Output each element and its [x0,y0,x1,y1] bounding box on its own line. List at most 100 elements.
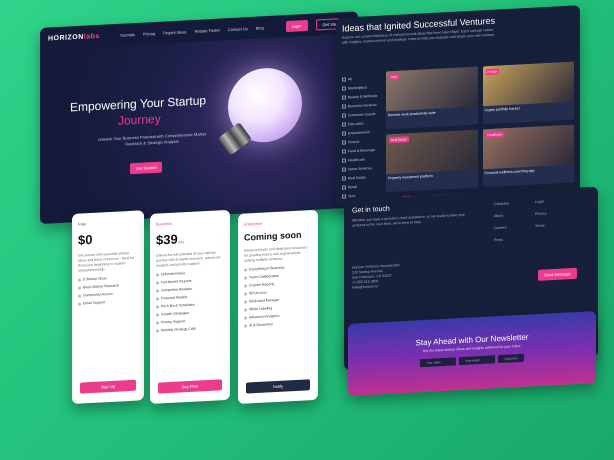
category-filter-label: Business Services [348,102,377,109]
category-filter-label: Tech [348,193,356,199]
login-button[interactable]: Login [285,19,308,32]
email-input[interactable]: Your email [459,355,496,366]
plan-feature: Email Support [78,299,138,306]
category-filter-item[interactable]: Entertainment [342,130,382,136]
hero-title-accent: Journey [118,111,161,128]
check-icon [156,281,159,285]
plan-feature-label: 5 Startup Ideas [83,276,107,282]
plan-feature-label: Basic Market Research [83,283,120,290]
plan-price-value: Coming soon [244,229,302,243]
footer-link[interactable]: Press [494,237,509,242]
category-filter-item[interactable]: Business Services [342,103,382,109]
footer-link[interactable]: Privacy [535,211,546,216]
checkbox-icon[interactable] [342,158,346,163]
checkbox-icon[interactable] [342,86,346,91]
check-icon [156,273,159,277]
venture-card-tag: Fintech [485,68,500,76]
checkbox-icon[interactable] [342,95,346,100]
checkbox-icon[interactable] [342,122,346,127]
nav-link-rebate-finder[interactable]: Rebate Finder [195,27,220,33]
footer-link[interactable]: About [494,213,509,218]
venture-card-tag: Healthcare [485,131,505,139]
category-filter-item[interactable]: Home Services [342,166,382,172]
nav-links: Tutorials Pricing Project Ideas Rebate F… [120,25,264,38]
plan-feature: Pitch Deck Templates [156,301,224,309]
venture-card[interactable]: Healthcare Personal wellness coaching app [482,124,574,188]
checkbox-icon[interactable] [342,176,346,181]
category-filter-item[interactable]: Fintech [342,139,382,145]
plan-feature-label: Priority Support [161,319,186,325]
plan-feature-label: Full Market Reports [161,278,192,285]
plan-price: $0 [78,230,138,248]
checkbox-icon[interactable] [342,104,346,109]
checkbox-icon[interactable] [342,185,346,190]
checkbox-icon[interactable] [342,77,346,82]
checkbox-icon[interactable] [342,167,346,172]
checkbox-icon[interactable] [342,140,346,145]
plan-feature-label: SLA Guarantee [249,322,273,328]
nav-link-blog[interactable]: Blog [256,25,264,30]
plan-button[interactable]: Sign Up [80,379,136,394]
plan-feature: Unlimited Ideas [156,269,224,277]
plan-feature-label: Email Support [83,300,105,306]
plan-feature: Basic Market Research [78,283,138,290]
venture-card-tag: Tech [389,73,400,81]
send-message-button[interactable]: Send Message [538,267,577,281]
plan-feature: Monthly Strategy Calls [156,325,224,333]
check-icon [244,308,247,312]
plan-price-value: $0 [78,231,93,248]
category-filter-label: Healthcare [348,157,365,163]
pricing-card-enterprise: Enterprise Coming soon Advanced tools and … [238,209,318,404]
plan-button[interactable]: Buy Plan [158,379,222,394]
checkbox-icon[interactable] [342,149,346,154]
category-filter-item[interactable]: Real Estate [342,175,382,181]
logo[interactable]: HORIZONlabs [48,32,100,42]
plan-feature: Community Access [78,291,138,298]
category-filter-item[interactable]: Consumer Goods [342,112,382,118]
category-filter-label: Real Estate [348,175,367,181]
pricing-card-business: Business $39/mo Unlock the full potential … [150,209,230,404]
subscribe-button[interactable]: Subscribe [498,353,524,364]
nav-link-pricing[interactable]: Pricing [143,30,155,36]
hero-cta-button[interactable]: Get Started [130,161,163,175]
category-filter-label: Retail [348,184,357,190]
email[interactable]: hello@horizon.io [352,283,399,290]
nav-link-project-ideas[interactable]: Project Ideas [163,29,186,35]
category-filter-label: Fintech [348,139,360,145]
category-filter-item[interactable]: Healthcare [342,157,382,163]
plan-feature: Advanced Analytics [244,312,312,320]
plan-feature-label: Advanced Analytics [249,313,280,320]
category-filter-label: Food & Beverage [348,147,376,154]
plan-feature: Competitor Analysis [156,285,224,293]
category-filter-item[interactable]: Food & Beverage [342,148,382,154]
nav-link-contact[interactable]: Contact Us [228,26,248,32]
plan-feature-label: Competitor Analysis [161,286,192,293]
name-input[interactable]: Your name [420,357,457,368]
category-filter-item[interactable]: Beauty & Wellness [342,94,382,100]
plan-feature-label: Pitch Deck Templates [161,302,195,309]
plan-feature-label: Custom Reports [249,282,275,288]
footer-link[interactable]: Careers [494,225,509,230]
footer-col-company: Company About Careers Press [494,201,509,250]
category-filter-item[interactable]: Marketplace [342,85,382,91]
venture-card[interactable]: Fintech Crypto portfolio tracker [482,61,574,125]
category-filter-label: Education [348,121,364,127]
checkbox-icon[interactable] [342,194,346,199]
venture-card[interactable]: Tech Remote work productivity suite [386,66,478,130]
plan-feature: 5 Startup Ideas [78,275,138,282]
nav-link-tutorials[interactable]: Tutorials [120,32,135,38]
footer-link[interactable]: Terms [535,223,546,227]
category-filter-item[interactable]: Education [342,121,382,127]
checkbox-icon[interactable] [342,131,346,136]
plan-price-value: $39 [156,231,178,248]
checkbox-icon[interactable] [342,113,346,118]
plan-name: Free [78,221,87,227]
plan-description: Unlock the full potential of your startu… [156,250,221,268]
check-icon [156,297,159,301]
plan-button[interactable]: Notify [246,379,310,394]
category-filter-item[interactable]: Retail [342,184,382,190]
category-filter-item[interactable]: All [342,76,382,82]
plan-feature: API Access [244,288,312,296]
footer-columns: Company About Careers Press Legal Privac… [494,199,546,250]
venture-card[interactable]: Real Estate Property investment platform [386,129,478,193]
